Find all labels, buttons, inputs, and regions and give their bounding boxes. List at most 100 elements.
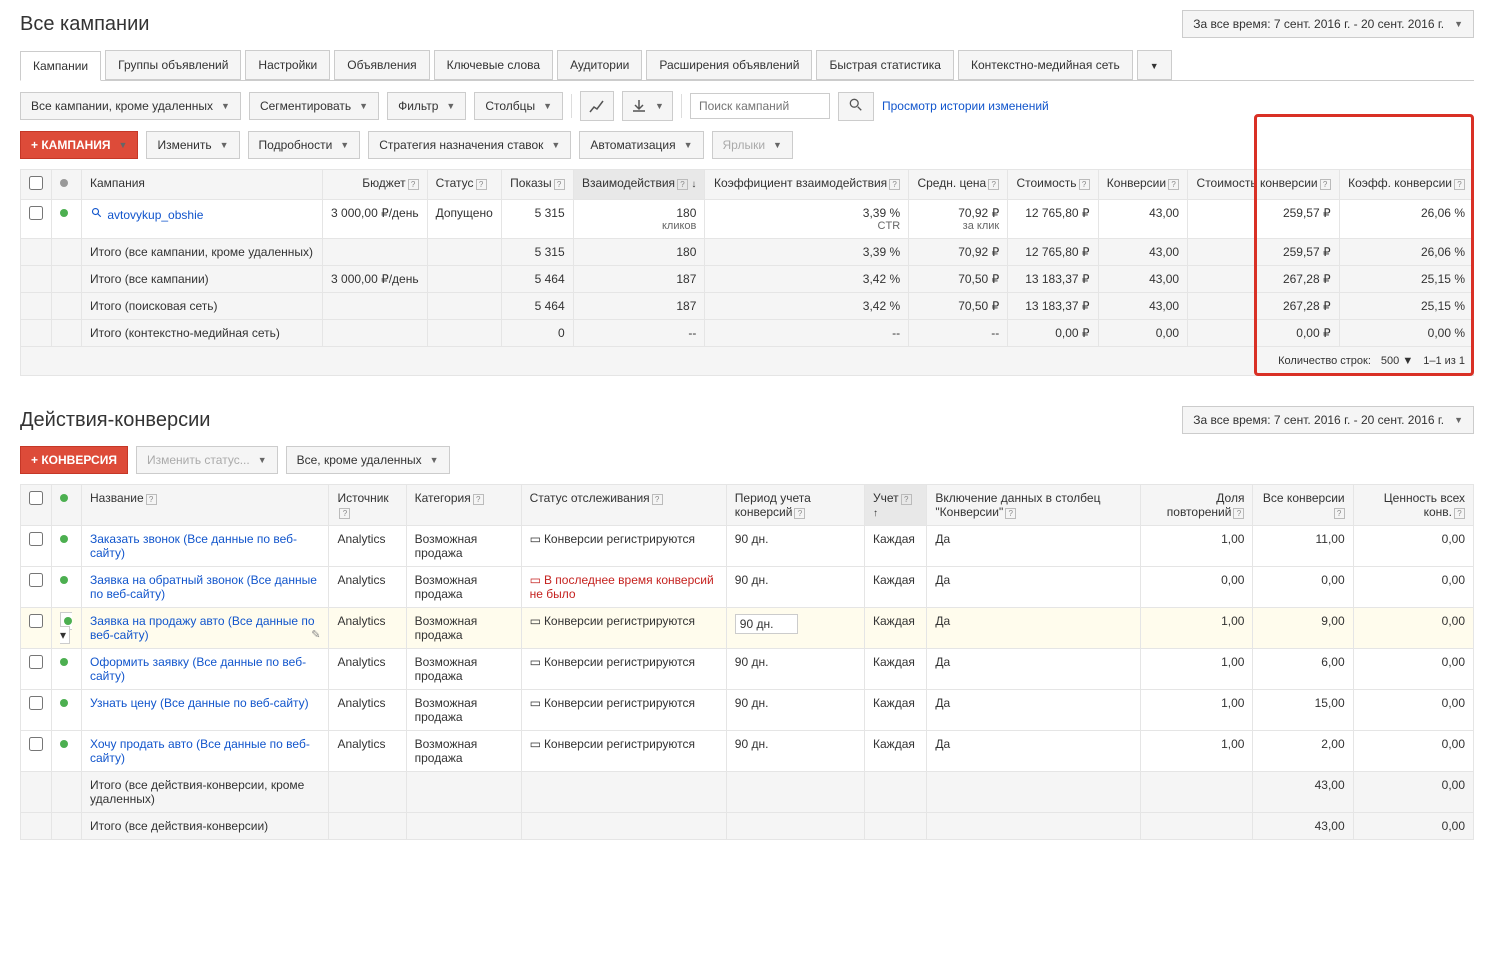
conversion-link[interactable]: Хочу продать авто (Все данные по веб-сай…: [90, 737, 310, 765]
cell-include: Да: [927, 608, 1141, 649]
cell-repeat: 1,00: [1141, 731, 1253, 772]
ccol-tracking[interactable]: Статус отслеживания?: [521, 485, 726, 526]
download-icon-button[interactable]: [622, 91, 673, 121]
chart-icon-button[interactable]: [580, 91, 614, 121]
cell-include: Да: [927, 526, 1141, 567]
status-dot-icon[interactable]: [60, 576, 68, 584]
status-dot-icon[interactable]: [60, 740, 68, 748]
status-dot-icon[interactable]: [60, 699, 68, 707]
conversion-link[interactable]: Заказать звонок (Все данные по веб-сайту…: [90, 532, 297, 560]
tab-6[interactable]: Расширения объявлений: [646, 50, 812, 80]
conversion-link[interactable]: Оформить заявку (Все данные по веб-сайту…: [90, 655, 306, 683]
conversion-link[interactable]: Заявка на обратный звонок (Все данные по…: [90, 573, 317, 601]
conversion-filter-dropdown[interactable]: Все, кроме удаленных: [286, 446, 450, 474]
ccol-window[interactable]: Период учета конверсий?: [726, 485, 864, 526]
cell-value: 0,00: [1353, 567, 1473, 608]
table-row: Узнать цену (Все данные по веб-сайту) An…: [21, 690, 1474, 731]
col-status[interactable]: Статус?: [427, 170, 501, 200]
total-label: Итого (все действия-конверсии): [82, 813, 329, 840]
bid-strategy-dropdown[interactable]: Стратегия назначения ставок: [368, 131, 571, 159]
row-checkbox[interactable]: [29, 532, 43, 546]
cell-repeat: 1,00: [1141, 608, 1253, 649]
cell-window: 90 дн.: [726, 690, 864, 731]
tab-5[interactable]: Аудитории: [557, 50, 642, 80]
filter-campaigns-dropdown[interactable]: Все кампании, кроме удаленных: [20, 92, 241, 120]
status-cell[interactable]: [52, 731, 82, 772]
select-all-checkbox[interactable]: [29, 176, 43, 190]
speech-icon: ▭: [530, 655, 541, 669]
search-input[interactable]: [690, 93, 830, 119]
search-button[interactable]: [838, 92, 874, 121]
automation-dropdown[interactable]: Автоматизация: [579, 131, 703, 159]
edit-dropdown[interactable]: Изменить: [146, 131, 239, 159]
add-conversion-button[interactable]: + КОНВЕРСИЯ: [20, 446, 128, 474]
row-checkbox[interactable]: [29, 573, 43, 587]
col-campaign[interactable]: Кампания: [82, 170, 323, 200]
tab-more[interactable]: [1137, 50, 1172, 80]
status-cell[interactable]: [52, 526, 82, 567]
tab-1[interactable]: Группы объявлений: [105, 50, 241, 80]
ccol-all-conv[interactable]: Все конверсии?: [1253, 485, 1353, 526]
col-interactions[interactable]: Взаимодействия? ↓: [573, 170, 705, 200]
cell-window[interactable]: 90 дн.: [726, 608, 864, 649]
row-checkbox[interactable]: [29, 206, 43, 220]
conversion-link[interactable]: Узнать цену (Все данные по веб-сайту): [90, 696, 309, 710]
date-range-picker[interactable]: За все время: 7 сент. 2016 г. - 20 сент.…: [1182, 10, 1474, 38]
pencil-icon[interactable]: ✎: [311, 628, 320, 641]
tab-3[interactable]: Объявления: [334, 50, 429, 80]
status-dot-icon[interactable]: [60, 535, 68, 543]
col-interaction-rate[interactable]: Коэффициент взаимодействия?: [705, 170, 909, 200]
ccol-include[interactable]: Включение данных в столбец "Конверсии"?: [927, 485, 1141, 526]
history-link[interactable]: Просмотр истории изменений: [882, 99, 1049, 113]
col-cost[interactable]: Стоимость?: [1008, 170, 1098, 200]
page-title-campaigns: Все кампании: [20, 13, 149, 36]
col-conversions[interactable]: Конверсии?: [1098, 170, 1188, 200]
columns-dropdown[interactable]: Столбцы: [474, 92, 563, 120]
status-cell[interactable]: [52, 567, 82, 608]
add-campaign-button[interactable]: + КАМПАНИЯ: [20, 131, 138, 159]
ccol-repeat[interactable]: Доля повторений?: [1141, 485, 1253, 526]
filter-dropdown[interactable]: Фильтр: [387, 92, 466, 120]
tab-7[interactable]: Быстрая статистика: [816, 50, 954, 80]
cell-category: Возможная продажа: [406, 649, 521, 690]
pager-rows-select[interactable]: 500 ▼: [1381, 355, 1413, 367]
speech-icon: ▭: [530, 614, 541, 628]
col-avg-cost[interactable]: Средн. цена?: [909, 170, 1008, 200]
status-header-icon: [60, 179, 68, 187]
status-cell[interactable]: [52, 649, 82, 690]
tab-2[interactable]: Настройки: [245, 50, 330, 80]
tab-8[interactable]: Контекстно-медийная сеть: [958, 50, 1133, 80]
col-cost-per-conv[interactable]: Стоимость конверсии?: [1188, 170, 1340, 200]
details-dropdown[interactable]: Подробности: [248, 131, 361, 159]
segment-dropdown[interactable]: Сегментировать: [249, 92, 379, 120]
row-checkbox[interactable]: [29, 696, 43, 710]
ccol-category[interactable]: Категория?: [406, 485, 521, 526]
row-checkbox[interactable]: [29, 614, 43, 628]
col-impressions[interactable]: Показы?: [501, 170, 573, 200]
status-cell[interactable]: ▾: [52, 608, 82, 649]
tab-4[interactable]: Ключевые слова: [434, 50, 553, 80]
row-checkbox[interactable]: [29, 737, 43, 751]
campaign-link[interactable]: avtovykup_obshie: [107, 208, 203, 222]
change-status-dropdown[interactable]: Изменить статус...: [136, 446, 278, 474]
ccol-count[interactable]: Учет? ↑: [865, 485, 927, 526]
status-cell[interactable]: [52, 690, 82, 731]
conversion-link[interactable]: Заявка на продажу авто (Все данные по ве…: [90, 614, 315, 642]
col-conv-rate[interactable]: Коэфф. конверсии?: [1339, 170, 1473, 200]
tab-0[interactable]: Кампании: [20, 51, 101, 81]
status-dot-icon[interactable]: [60, 658, 68, 666]
cell-tracking: ▭Конверсии регистрируются: [521, 608, 726, 649]
select-all-conversions[interactable]: [29, 491, 43, 505]
ccol-name[interactable]: Название?: [82, 485, 329, 526]
cell-source: Analytics: [329, 608, 406, 649]
cell-count: Каждая: [865, 608, 927, 649]
toolbar-row-2: + КАМПАНИЯ Изменить Подробности Стратеги…: [20, 131, 1474, 159]
row-checkbox[interactable]: [29, 655, 43, 669]
col-budget[interactable]: Бюджет?: [322, 170, 427, 200]
labels-dropdown[interactable]: Ярлыки: [712, 131, 793, 159]
ccol-source[interactable]: Источник?: [329, 485, 406, 526]
ccol-value[interactable]: Ценность всех конв.?: [1353, 485, 1473, 526]
magnifier-icon[interactable]: [90, 206, 104, 220]
date-range-picker-2[interactable]: За все время: 7 сент. 2016 г. - 20 сент.…: [1182, 406, 1474, 434]
status-dot-icon[interactable]: [60, 209, 68, 217]
